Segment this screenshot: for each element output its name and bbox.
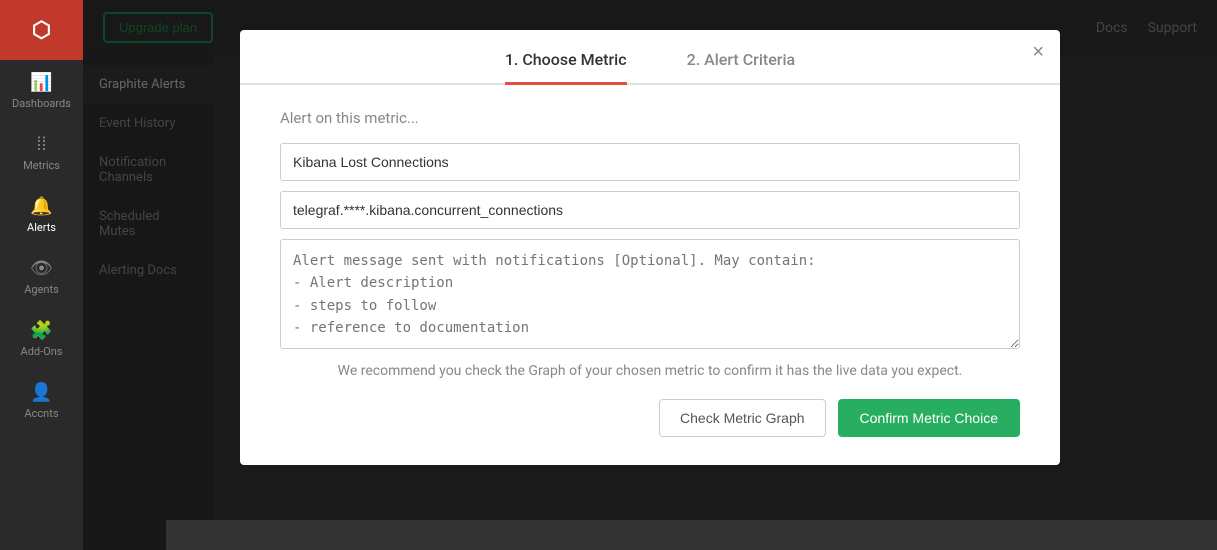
tab-alert-criteria[interactable]: 2. Alert Criteria — [687, 50, 796, 83]
sidebar-item-addons[interactable]: 🧩 Add-Ons — [0, 308, 83, 370]
recommend-text: We recommend you check the Graph of your… — [280, 363, 1020, 379]
agents-icon: 👁 — [30, 258, 53, 279]
addons-icon: 🧩 — [30, 320, 52, 341]
sidebar-item-alerts[interactable]: 🔔 Alerts — [0, 184, 83, 246]
sidebar-item-accounts[interactable]: 👤 Accnts — [0, 370, 83, 432]
sidebar: ⬡ 📊 Dashboards ⁞⁞ Metrics 🔔 Alerts 👁 Age… — [0, 0, 83, 550]
sidebar-item-metrics[interactable]: ⁞⁞ Metrics — [0, 122, 83, 184]
modal-body: Alert on this metric... We recommend you… — [240, 85, 1060, 465]
metric-path-input[interactable] — [280, 191, 1020, 229]
metrics-icon: ⁞⁞ — [36, 134, 46, 155]
tab-choose-metric[interactable]: 1. Choose Metric — [505, 50, 627, 83]
confirm-metric-choice-button[interactable]: Confirm Metric Choice — [838, 399, 1020, 437]
modal-tabs: 1. Choose Metric 2. Alert Criteria — [240, 30, 1060, 85]
check-metric-graph-button[interactable]: Check Metric Graph — [659, 399, 825, 437]
metric-name-input[interactable] — [280, 143, 1020, 181]
app-logo[interactable]: ⬡ — [0, 0, 83, 60]
sidebar-item-label: Accnts — [24, 407, 58, 420]
sidebar-item-dashboards[interactable]: 📊 Dashboards — [0, 60, 83, 122]
bottom-bar — [166, 520, 1217, 550]
sidebar-item-label: Add-Ons — [21, 345, 63, 358]
dashboards-icon: 📊 — [30, 72, 52, 93]
logo-icon: ⬡ — [32, 18, 51, 43]
modal-actions: Check Metric Graph Confirm Metric Choice — [280, 399, 1020, 437]
main-content: Upgrade plan Docs Support Graphite Alert… — [83, 0, 1217, 550]
sidebar-item-label: Agents — [24, 283, 59, 296]
sidebar-item-label: Alerts — [27, 221, 56, 234]
alert-on-metric-label: Alert on this metric... — [280, 109, 1020, 127]
accounts-icon: 👤 — [30, 382, 52, 403]
alert-message-textarea[interactable] — [280, 239, 1020, 349]
modal-overlay: × 1. Choose Metric 2. Alert Criteria Ale… — [83, 0, 1217, 550]
alerts-icon: 🔔 — [30, 196, 52, 217]
sidebar-item-label: Dashboards — [12, 97, 71, 110]
sidebar-item-agents[interactable]: 👁 Agents — [0, 246, 83, 308]
modal: × 1. Choose Metric 2. Alert Criteria Ale… — [240, 30, 1060, 465]
sidebar-item-label: Metrics — [23, 159, 60, 172]
